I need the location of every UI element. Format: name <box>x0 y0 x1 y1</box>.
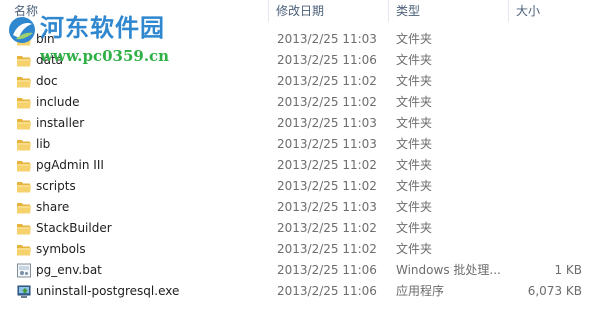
file-row[interactable]: symbols 2013/2/25 11:02 文件夹 <box>0 239 616 260</box>
file-modified-date: 2013/2/25 11:02 <box>277 95 377 109</box>
file-name: share <box>36 200 70 214</box>
folder-icon <box>16 200 32 215</box>
file-type: 文件夹 <box>396 95 433 109</box>
column-header-size[interactable]: 大小 <box>516 0 540 22</box>
file-name: lib <box>36 137 51 151</box>
file-name: pg_env.bat <box>36 263 102 277</box>
watermark: 河东软件园 www.pc0359.cn <box>4 12 214 70</box>
file-size: 6,073 KB <box>527 284 582 298</box>
file-row[interactable]: StackBuilder 2013/2/25 11:02 文件夹 <box>0 218 616 239</box>
column-divider[interactable] <box>268 0 269 22</box>
file-name: uninstall-postgresql.exe <box>36 284 180 298</box>
file-name: installer <box>36 116 85 130</box>
file-type: 文件夹 <box>396 137 433 151</box>
file-size: 1 KB <box>554 263 582 277</box>
file-type: 文件夹 <box>396 179 433 193</box>
installer-exe-icon <box>16 284 32 299</box>
file-modified-date: 2013/2/25 11:03 <box>277 116 377 130</box>
file-type: 文件夹 <box>396 116 433 130</box>
file-type: 文件夹 <box>396 200 433 214</box>
file-type: 文件夹 <box>396 221 433 235</box>
file-type: 文件夹 <box>396 242 433 256</box>
folder-icon <box>16 242 32 257</box>
file-modified-date: 2013/2/25 11:03 <box>277 200 377 214</box>
file-row[interactable]: pgAdmin III 2013/2/25 11:02 文件夹 <box>0 155 616 176</box>
batch-file-icon <box>16 263 32 278</box>
file-modified-date: 2013/2/25 11:06 <box>277 284 377 298</box>
folder-icon <box>16 179 32 194</box>
file-name: pgAdmin III <box>36 158 104 172</box>
watermark-url: www.pc0359.cn <box>40 47 170 65</box>
file-type: 文件夹 <box>396 74 433 88</box>
file-row[interactable]: share 2013/2/25 11:03 文件夹 <box>0 197 616 218</box>
folder-icon <box>16 95 32 110</box>
file-row[interactable]: pg_env.bat 2013/2/25 11:06 Windows 批处理... 1… <box>0 260 616 281</box>
file-row[interactable]: doc 2013/2/25 11:02 文件夹 <box>0 71 616 92</box>
file-name: StackBuilder <box>36 221 112 235</box>
file-row[interactable]: lib 2013/2/25 11:03 文件夹 <box>0 134 616 155</box>
file-modified-date: 2013/2/25 11:03 <box>277 32 377 46</box>
file-row[interactable]: include 2013/2/25 11:02 文件夹 <box>0 92 616 113</box>
column-header-date[interactable]: 修改日期 <box>276 0 324 22</box>
file-type: 应用程序 <box>396 284 445 298</box>
file-modified-date: 2013/2/25 11:06 <box>277 263 377 277</box>
file-type: 文件夹 <box>396 32 433 46</box>
file-row[interactable]: scripts 2013/2/25 11:02 文件夹 <box>0 176 616 197</box>
file-row[interactable]: uninstall-postgresql.exe 2013/2/25 11:06 应… <box>0 281 616 302</box>
folder-icon <box>16 137 32 152</box>
file-name: doc <box>36 74 58 88</box>
folder-icon <box>16 221 32 236</box>
file-modified-date: 2013/2/25 11:02 <box>277 74 377 88</box>
file-type: Windows 批处理... <box>396 263 501 277</box>
watermark-title: 河东软件园 <box>40 13 165 42</box>
file-name: symbols <box>36 242 86 256</box>
file-modified-date: 2013/2/25 11:02 <box>277 221 377 235</box>
file-row[interactable]: installer 2013/2/25 11:03 文件夹 <box>0 113 616 134</box>
file-modified-date: 2013/2/25 11:02 <box>277 242 377 256</box>
folder-icon <box>16 74 32 89</box>
file-modified-date: 2013/2/25 11:02 <box>277 179 377 193</box>
watermark-logo-icon <box>9 17 35 43</box>
folder-icon <box>16 116 32 131</box>
file-type: 文件夹 <box>396 53 433 67</box>
file-modified-date: 2013/2/25 11:02 <box>277 158 377 172</box>
file-type: 文件夹 <box>396 158 433 172</box>
column-divider[interactable] <box>508 0 509 22</box>
file-modified-date: 2013/2/25 11:06 <box>277 53 377 67</box>
file-name: include <box>36 95 80 109</box>
folder-icon <box>16 158 32 173</box>
column-header-type[interactable]: 类型 <box>396 0 420 22</box>
file-name: scripts <box>36 179 76 193</box>
file-modified-date: 2013/2/25 11:03 <box>277 137 377 151</box>
column-divider[interactable] <box>388 0 389 22</box>
